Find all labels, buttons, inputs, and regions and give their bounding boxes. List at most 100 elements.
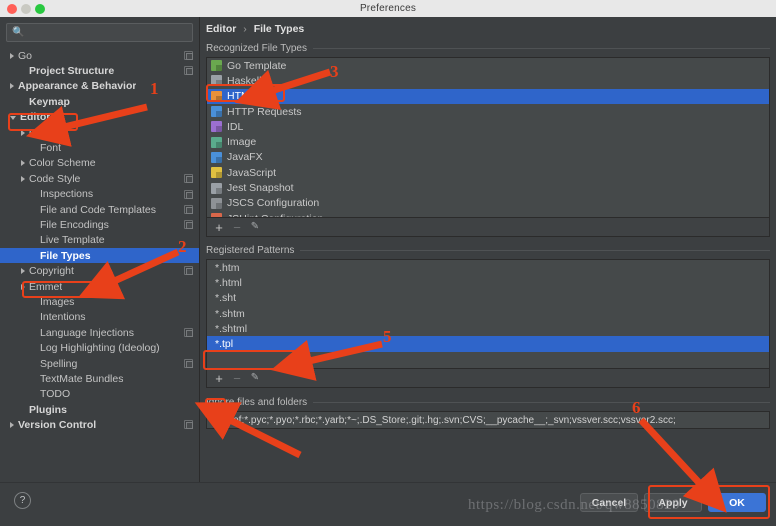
chevron-right-icon[interactable] (10, 422, 14, 429)
sidebar-item-intentions[interactable]: Intentions (0, 310, 199, 325)
file-type-icon (211, 106, 222, 118)
pattern-row[interactable]: *.html (207, 275, 769, 290)
chevron-right-icon[interactable] (10, 83, 14, 90)
chevron-right-icon[interactable] (21, 268, 25, 275)
sidebar-item-file-encodings[interactable]: File Encodings (0, 217, 199, 232)
sidebar-item-emmet[interactable]: Emmet (0, 279, 199, 294)
remove-pattern-button[interactable]: − (229, 371, 245, 386)
sidebar-item-images[interactable]: Images (0, 294, 199, 309)
window-titlebar: Preferences (0, 0, 776, 17)
file-type-row[interactable]: JSCS Configuration (207, 196, 769, 211)
file-type-row[interactable]: Jest Snapshot (207, 180, 769, 195)
file-type-label: JavaScript (227, 166, 277, 179)
file-type-icon (211, 75, 222, 87)
sidebar-item-label: Project Structure (29, 65, 115, 78)
search-input[interactable] (26, 27, 187, 38)
file-type-row[interactable]: HTTP Requests (207, 104, 769, 119)
edit-file-type-button[interactable]: ✎ (247, 220, 263, 235)
file-type-row[interactable]: Image (207, 134, 769, 149)
edit-pattern-button[interactable]: ✎ (247, 371, 263, 386)
add-pattern-button[interactable]: + (211, 371, 227, 386)
ok-button[interactable]: OK (708, 493, 766, 512)
sidebar-item-label: Intentions (40, 311, 86, 324)
sidebar-item-appearance-behavior[interactable]: Appearance & Behavior (0, 79, 199, 94)
pattern-label: *.tpl (215, 338, 234, 351)
chevron-right-icon[interactable] (10, 52, 14, 59)
sidebar-item-file-types[interactable]: File Types (0, 248, 199, 264)
sidebar-item-spelling[interactable]: Spelling (0, 356, 199, 371)
settings-scope-icon (184, 420, 193, 430)
sidebar-item-label: Go (18, 49, 33, 62)
file-type-label: Jest Snapshot (227, 182, 294, 195)
recognized-file-types-list[interactable]: Go Template Haskell HTML HTTP Requests IDL Im… (206, 57, 770, 218)
sidebar-item-go[interactable]: Go (0, 48, 199, 63)
settings-content: Editor › File Types Recognized File Type… (200, 17, 776, 482)
sidebar-item-live-template[interactable]: Live Template (0, 233, 199, 248)
pattern-row[interactable]: *.htm (207, 260, 769, 275)
ignore-files-input[interactable] (212, 414, 764, 426)
footer-buttons: Cancel Apply OK (580, 493, 766, 512)
sidebar-item-general[interactable]: General (0, 125, 199, 140)
pattern-row[interactable]: *.tpl (207, 336, 769, 352)
dialog-footer: ? Cancel Apply OK (0, 482, 776, 526)
sidebar-item-inspections[interactable]: Inspections (0, 187, 199, 202)
file-type-label: JavaFX (227, 151, 263, 164)
sidebar-item-code-style[interactable]: Code Style (0, 171, 199, 186)
registered-patterns-list[interactable]: *.htm *.html *.sht *.shtm *.shtml *.tpl (206, 259, 770, 369)
file-type-row[interactable]: IDL (207, 119, 769, 134)
sidebar-item-version-control[interactable]: Version Control (0, 417, 199, 432)
file-type-row[interactable]: HTML (207, 88, 769, 104)
chevron-right-icon[interactable] (21, 283, 25, 290)
pattern-row[interactable]: *.shtm (207, 306, 769, 321)
cancel-button[interactable]: Cancel (580, 493, 638, 512)
sidebar-item-keymap[interactable]: Keymap (0, 94, 199, 109)
sidebar-item-label: Keymap (29, 95, 70, 108)
sidebar-item-color-scheme[interactable]: Color Scheme (0, 156, 199, 171)
file-type-label: Go Template (227, 59, 287, 72)
ignore-files-field[interactable] (206, 411, 770, 429)
sidebar-item-font[interactable]: Font (0, 140, 199, 155)
chevron-right-icon[interactable] (21, 129, 25, 136)
sidebar-item-copyright[interactable]: Copyright (0, 263, 199, 278)
preferences-window: Preferences 🔍 Go Project Structure Appeara… (0, 0, 776, 526)
file-type-icon (211, 60, 222, 72)
sidebar-item-label: General (29, 126, 67, 139)
sidebar-item-label: Color Scheme (29, 157, 96, 170)
sidebar-item-todo[interactable]: TODO (0, 387, 199, 402)
sidebar-item-log-highlighting-ideolog[interactable]: Log Highlighting (Ideolog) (0, 340, 199, 355)
file-type-row[interactable]: Haskell (207, 73, 769, 88)
file-type-icon (211, 167, 222, 179)
pattern-row[interactable]: *.sht (207, 291, 769, 306)
pattern-label: *.shtml (215, 322, 248, 335)
sidebar-item-editor[interactable]: Editor (0, 110, 199, 125)
breadcrumb-parent[interactable]: Editor (206, 23, 236, 35)
pattern-label: *.shtm (215, 307, 245, 320)
chevron-right-icon[interactable] (21, 160, 25, 167)
file-type-row[interactable]: JSHint Configuration (207, 211, 769, 217)
file-type-row[interactable]: JavaScript (207, 165, 769, 180)
search-box[interactable]: 🔍 (6, 23, 193, 42)
pattern-row[interactable]: *.shtml (207, 321, 769, 336)
file-type-icon (211, 151, 222, 163)
settings-scope-icon (184, 358, 193, 368)
sidebar-item-project-structure[interactable]: Project Structure (0, 63, 199, 78)
pattern-label: *.sht (215, 292, 237, 305)
sidebar-item-language-injections[interactable]: Language Injections (0, 325, 199, 340)
file-type-label: IDL (227, 120, 244, 133)
sidebar-item-plugins[interactable]: Plugins (0, 402, 199, 417)
file-type-row[interactable]: JavaFX (207, 150, 769, 165)
sidebar-item-label: Editor (20, 111, 51, 124)
remove-file-type-button[interactable]: − (229, 220, 245, 235)
file-type-row[interactable]: Go Template (207, 58, 769, 73)
help-button[interactable]: ? (14, 492, 31, 509)
sidebar-item-textmate-bundles[interactable]: TextMate Bundles (0, 371, 199, 386)
add-file-type-button[interactable]: + (211, 220, 227, 235)
sidebar-item-file-and-code-templates[interactable]: File and Code Templates (0, 202, 199, 217)
chevron-down-icon[interactable] (10, 116, 16, 121)
chevron-right-icon[interactable] (21, 175, 25, 182)
apply-button[interactable]: Apply (644, 493, 702, 512)
